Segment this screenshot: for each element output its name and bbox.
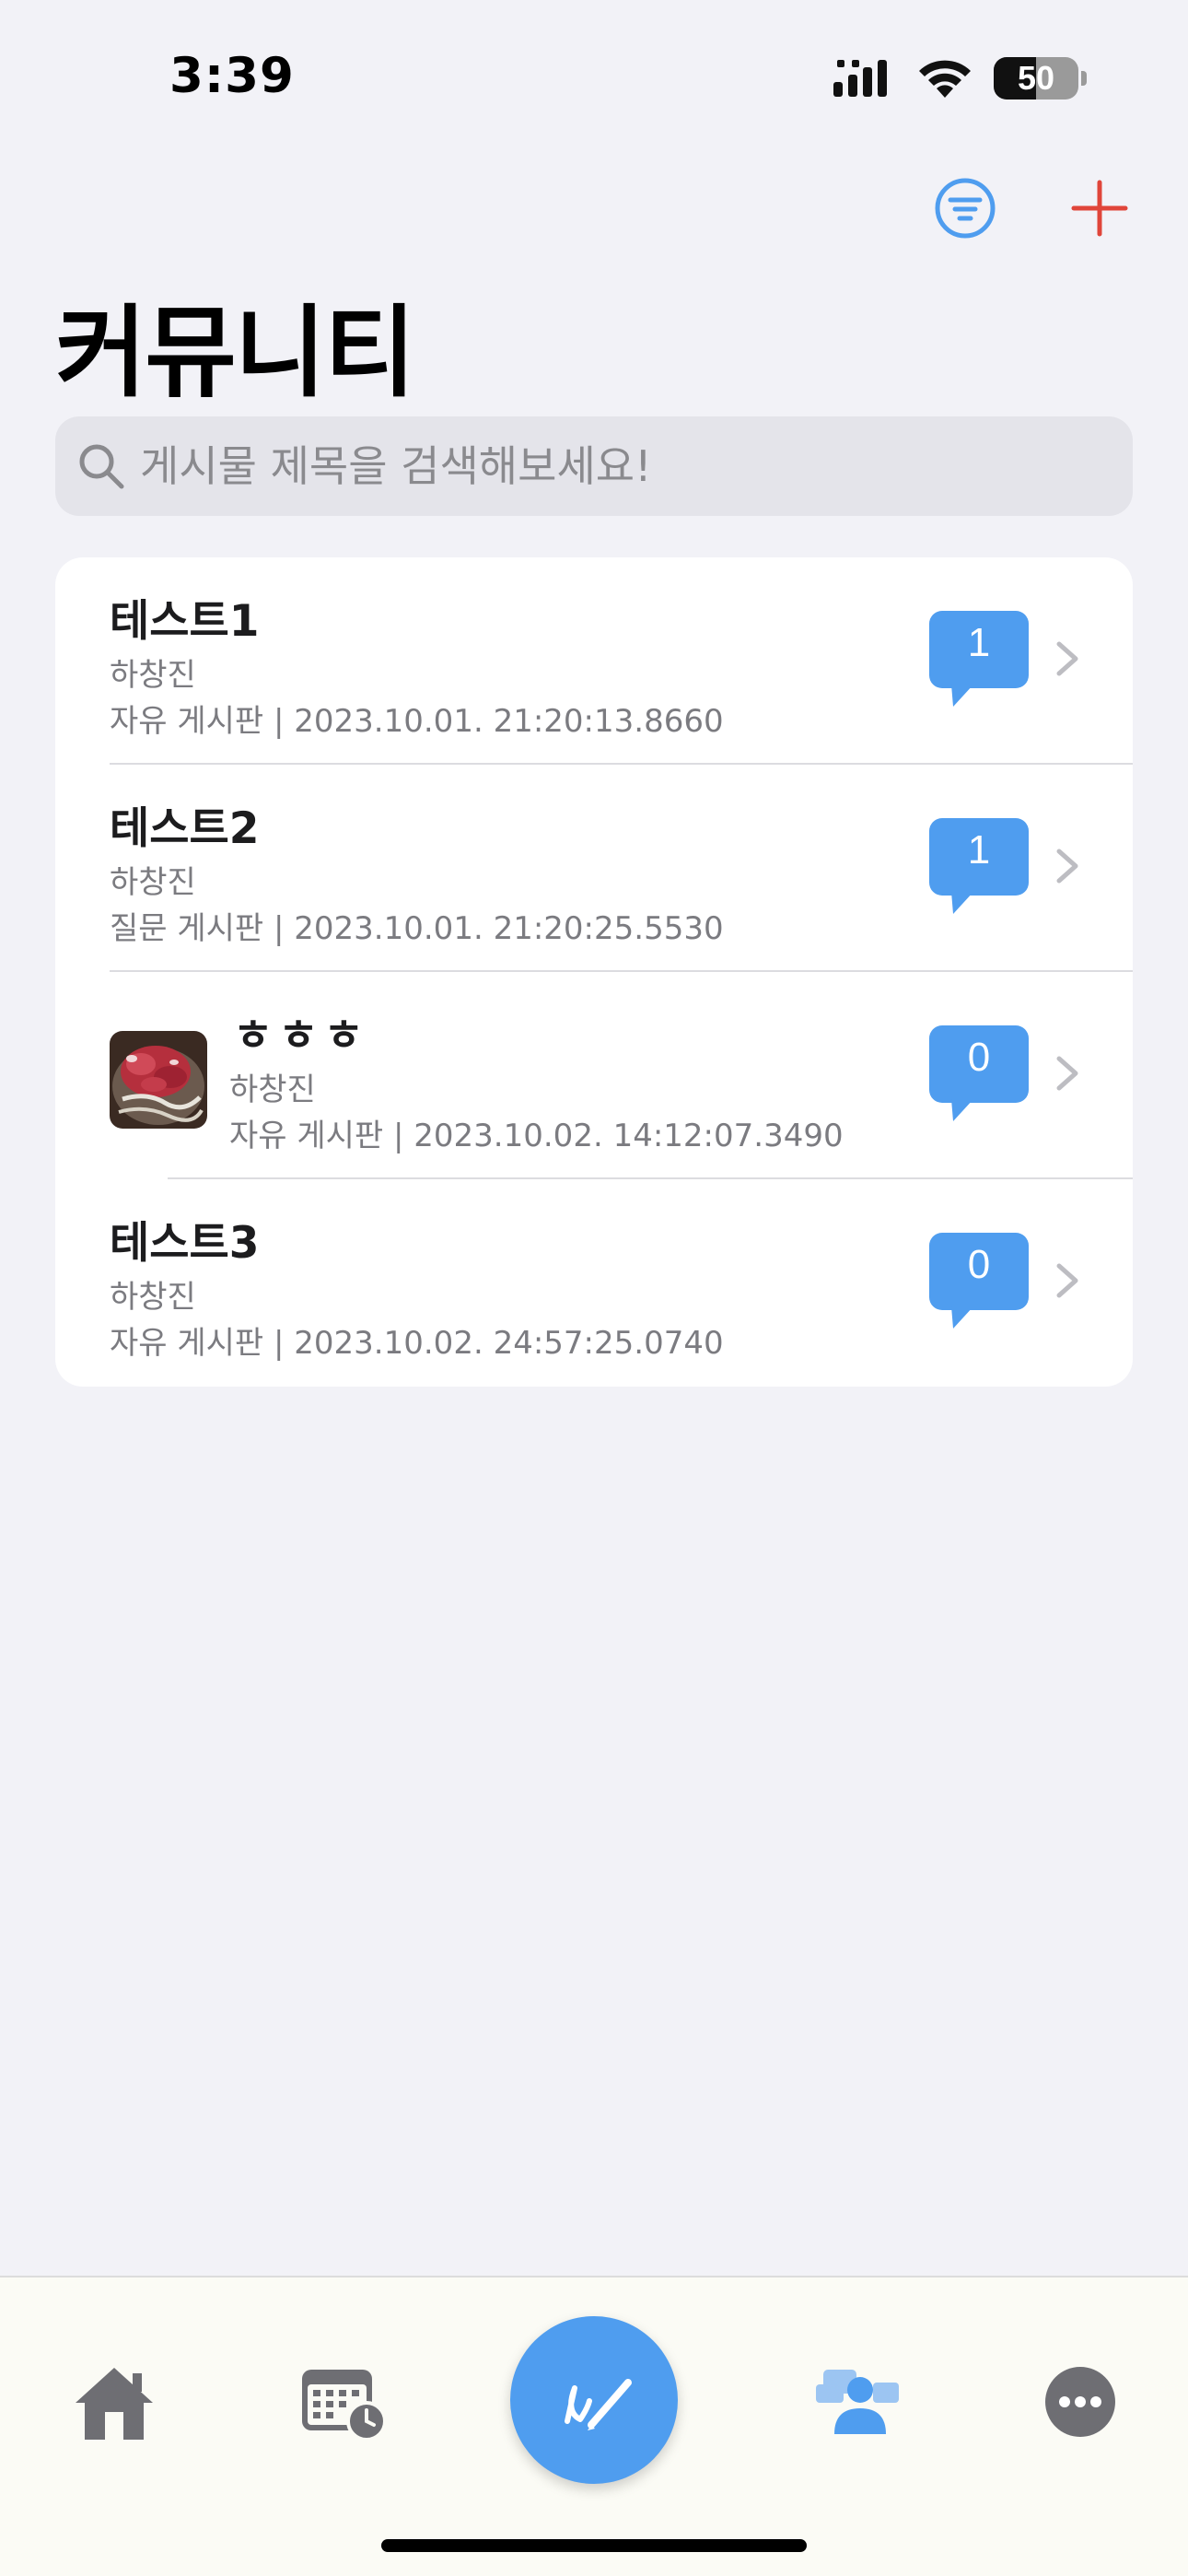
- wifi-icon: [919, 60, 971, 98]
- comment-count-badge: 0: [929, 1025, 1029, 1121]
- tab-home[interactable]: [72, 2364, 157, 2441]
- status-icons: 50: [832, 57, 1087, 100]
- post-row[interactable]: 테스트2 하창진 질문 게시판 | 2023.10.01. 21:20:25.5…: [55, 765, 1133, 972]
- post-row[interactable]: 테스트3 하창진 자유 게시판 | 2023.10.02. 24:57:25.0…: [55, 1179, 1133, 1387]
- post-author: 하창진: [229, 1071, 316, 1108]
- post-thumbnail: [110, 1031, 207, 1129]
- battery-level: 50: [1017, 59, 1055, 97]
- tab-more[interactable]: [1044, 2366, 1116, 2438]
- status-time: 3:39: [169, 48, 295, 104]
- search-bar[interactable]: [55, 416, 1133, 516]
- comment-count: 1: [967, 620, 991, 665]
- post-meta: 자유 게시판 | 2023.10.02. 14:12:07.3490: [229, 1118, 844, 1154]
- more-ellipsis-icon: [1045, 2367, 1115, 2437]
- comment-count: 1: [967, 827, 991, 872]
- post-author: 하창진: [110, 864, 196, 901]
- tab-schedule[interactable]: [300, 2364, 387, 2441]
- add-post-button[interactable]: [1066, 175, 1133, 241]
- home-indicator: [381, 2539, 807, 2552]
- post-row[interactable]: 테스트1 하창진 자유 게시판 | 2023.10.01. 21:20:13.8…: [55, 557, 1133, 765]
- page-title: 커뮤니티: [55, 296, 415, 411]
- chevron-right-icon: [1056, 849, 1078, 884]
- post-author: 하창진: [110, 657, 196, 694]
- chevron-right-icon: [1056, 1056, 1078, 1091]
- status-bar: 3:39 50: [0, 0, 1188, 157]
- post-author: 하창진: [110, 1279, 196, 1316]
- post-row[interactable]: ㅎㅎㅎ 하창진 자유 게시판 | 2023.10.02. 14:12:07.34…: [55, 972, 1133, 1179]
- post-meta: 자유 게시판 | 2023.10.01. 21:20:13.8660: [110, 703, 724, 740]
- comment-count-badge: 0: [929, 1233, 1029, 1329]
- search-input[interactable]: [140, 441, 1133, 491]
- post-title: ㅎㅎㅎ: [233, 1011, 369, 1061]
- comment-count: 0: [967, 1242, 991, 1287]
- battery-icon: 50: [994, 57, 1078, 100]
- home-icon: [76, 2368, 153, 2440]
- post-title: 테스트2: [110, 803, 260, 854]
- compose-pen-icon: [565, 2379, 632, 2430]
- post-meta: 자유 게시판 | 2023.10.02. 24:57:25.0740: [110, 1325, 724, 1362]
- cellular-signal-icon: [833, 60, 887, 97]
- comment-count-badge: 1: [929, 611, 1029, 707]
- chevron-right-icon: [1056, 1263, 1078, 1298]
- compose-button[interactable]: [510, 2316, 678, 2484]
- calendar-clock-icon: [302, 2370, 387, 2441]
- filter-button[interactable]: [932, 175, 998, 241]
- community-people-icon: [816, 2370, 899, 2434]
- chevron-right-icon: [1056, 641, 1078, 676]
- tab-community[interactable]: [816, 2364, 901, 2438]
- post-meta: 질문 게시판 | 2023.10.01. 21:20:25.5530: [110, 910, 724, 947]
- battery-indicator: 50: [994, 57, 1087, 100]
- comment-count: 0: [967, 1035, 991, 1080]
- post-list: 테스트1 하창진 자유 게시판 | 2023.10.01. 21:20:13.8…: [55, 557, 1133, 1387]
- post-title: 테스트1: [110, 596, 260, 647]
- nav-actions: [0, 175, 1188, 249]
- search-icon: [79, 444, 124, 489]
- filter-lines-icon: [935, 178, 996, 239]
- comment-count-badge: 1: [929, 818, 1029, 914]
- plus-icon: [1071, 180, 1128, 237]
- post-title: 테스트3: [110, 1218, 260, 1269]
- meat-photo-image: [110, 1031, 207, 1129]
